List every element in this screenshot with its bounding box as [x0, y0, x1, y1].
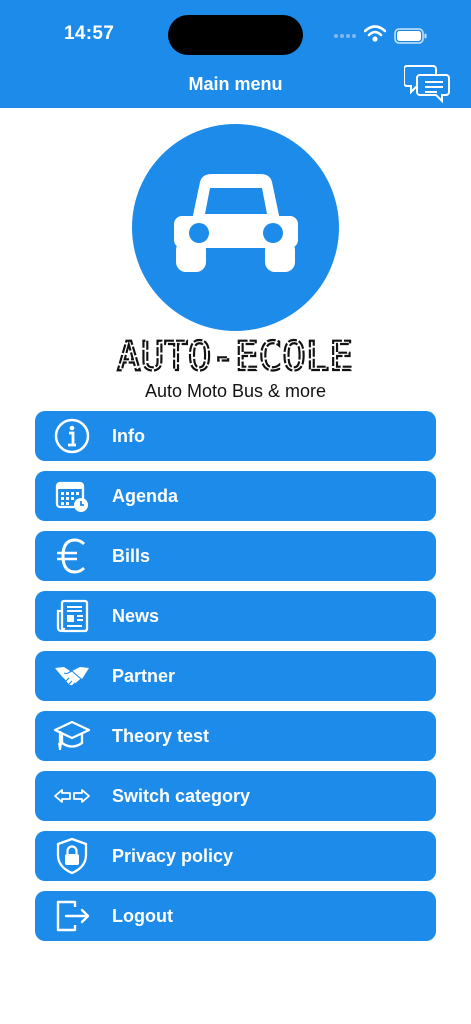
menu-label: Agenda — [112, 486, 179, 506]
handshake-icon — [55, 667, 89, 687]
wifi-icon — [364, 25, 386, 42]
menu-button-agenda[interactable]: Agenda — [35, 471, 436, 521]
shield-lock-icon — [56, 837, 88, 875]
info-icon — [54, 418, 90, 454]
newspaper-icon — [56, 599, 89, 633]
svg-text:AUTO-ECOLE: AUTO-ECOLE — [117, 336, 353, 376]
tagline: Auto Moto Bus & more — [144, 381, 327, 401]
cellular-signal-icon — [334, 34, 356, 38]
battery-icon — [394, 28, 427, 44]
top-bar: 14:57 Main menu — [0, 0, 471, 108]
menu-label: Logout — [112, 906, 173, 926]
menu-label: News — [112, 606, 160, 626]
brand-name: AUTO-ECOLE — [116, 336, 354, 376]
menu-button-bills[interactable]: Bills — [35, 531, 436, 581]
menu-label: Partner — [112, 666, 176, 686]
graduation-cap-icon — [53, 720, 91, 750]
chat-bubbles-icon[interactable] — [404, 62, 452, 106]
status-time: 14:57 — [64, 23, 115, 44]
dynamic-island — [168, 15, 303, 55]
menu-label: Bills — [112, 546, 151, 566]
menu-button-news[interactable]: News — [35, 591, 436, 641]
euro-icon — [57, 538, 86, 574]
menu-button-switch-category[interactable]: Switch category — [35, 771, 436, 821]
menu-button-privacy-policy[interactable]: Privacy policy — [35, 831, 436, 881]
menu-button-partner[interactable]: Partner — [35, 651, 436, 701]
switch-arrows-icon — [54, 789, 90, 803]
menu-label: Theory test — [112, 726, 210, 746]
menu-label: Privacy policy — [112, 846, 234, 866]
menu-label: Info — [112, 426, 145, 446]
page-title: Main menu — [188, 74, 283, 94]
menu-button-theory-test[interactable]: Theory test — [35, 711, 436, 761]
menu-label: Switch category — [112, 786, 251, 806]
menu-button-info[interactable]: Info — [35, 411, 436, 461]
logout-icon — [56, 900, 90, 932]
calendar-clock-icon — [55, 481, 88, 512]
menu-button-logout[interactable]: Logout — [35, 891, 436, 941]
car-icon — [132, 124, 339, 331]
